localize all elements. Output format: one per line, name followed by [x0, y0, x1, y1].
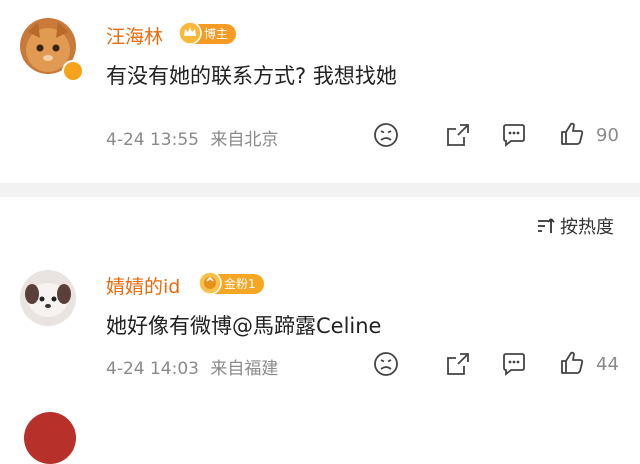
comment-item: 婧婧的id 金粉1 她好像有微博@馬蹄露Celine 4-24 14:03 来自…	[0, 250, 640, 400]
like-count: 90	[596, 125, 619, 146]
sort-by-hot-button[interactable]: 按热度	[536, 213, 614, 239]
comment-meta: 4-24 14:03 来自福建	[106, 354, 278, 379]
comment-meta: 4-24 13:55 来自北京	[106, 125, 278, 150]
sort-icon	[538, 218, 555, 233]
username[interactable]: 婧婧的id	[106, 272, 180, 299]
like-icon[interactable]	[558, 349, 586, 377]
sad-face-icon[interactable]	[372, 121, 400, 149]
sort-label: 按热度	[560, 217, 614, 238]
fan-badge: 金粉1	[198, 271, 264, 295]
like-icon[interactable]	[558, 120, 586, 148]
blogger-badge: 博主	[178, 21, 237, 45]
comment-text: 有没有她的联系方式? 我想找她	[106, 64, 397, 88]
badge-label: 博主	[204, 27, 229, 41]
badge-label: 金粉1	[224, 277, 256, 291]
comment-date: 4-24 14:03	[106, 359, 199, 379]
share-icon[interactable]	[444, 121, 472, 149]
reply-icon[interactable]	[500, 121, 528, 149]
sad-face-icon[interactable]	[372, 350, 400, 378]
comment-item: 汪海林 博主 有没有她的联系方式? 我想找她 4-24 13:55 来自北京 9…	[0, 0, 640, 183]
share-icon[interactable]	[444, 350, 472, 378]
crown-icon	[198, 271, 222, 295]
comment-location: 来自福建	[210, 359, 279, 379]
avatar[interactable]	[20, 270, 76, 326]
reply-icon[interactable]	[500, 350, 528, 378]
crown-icon	[178, 21, 202, 45]
like-count: 44	[596, 354, 619, 375]
section-divider	[0, 183, 640, 197]
comment-location: 来自北京	[210, 130, 279, 150]
comment-text: 她好像有微博@馬蹄露Celine	[106, 314, 382, 338]
verified-icon	[62, 60, 84, 82]
username[interactable]: 汪海林	[106, 22, 163, 49]
comment-date: 4-24 13:55	[106, 130, 199, 150]
